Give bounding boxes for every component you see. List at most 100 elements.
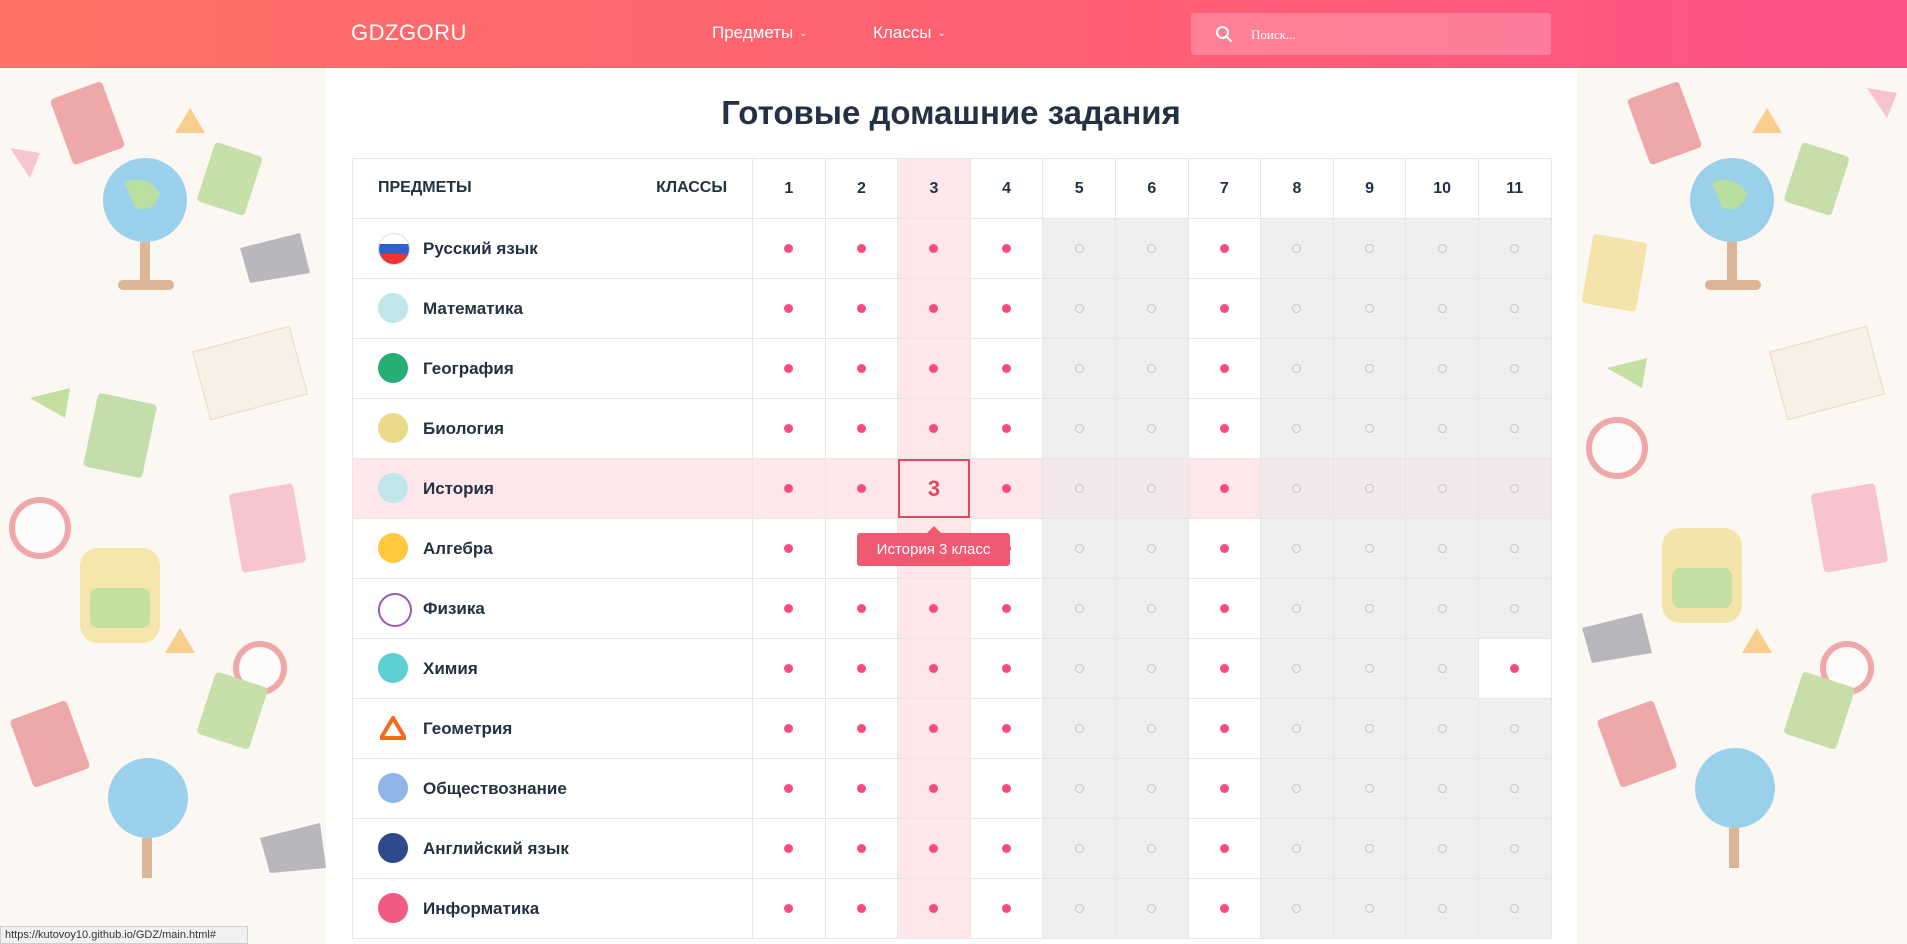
table-row[interactable]: Обществознание — [352, 758, 1552, 819]
nav-subjects-menu[interactable]: Предметы ⌄ — [712, 23, 808, 43]
grade-cell-available[interactable] — [969, 818, 1044, 879]
grade-cell-available[interactable]: 3 — [897, 458, 971, 519]
grade-header[interactable]: 2 — [824, 158, 899, 219]
grade-cell-available[interactable] — [824, 398, 899, 459]
site-logo[interactable]: GDZGORU — [351, 20, 467, 46]
subject-cell[interactable]: Химия — [352, 638, 753, 699]
grade-cell-available[interactable] — [824, 278, 899, 339]
subject-cell[interactable]: Английский язык — [352, 818, 753, 879]
grade-cell-available[interactable] — [824, 218, 899, 279]
grade-header[interactable]: 1 — [752, 158, 826, 219]
grade-cell-available[interactable] — [897, 218, 971, 279]
grade-cell-available[interactable] — [1187, 818, 1262, 879]
grade-cell-available[interactable] — [752, 578, 826, 639]
grade-header[interactable]: 11 — [1477, 158, 1552, 219]
table-row[interactable]: Информатика — [352, 878, 1552, 939]
grade-header[interactable]: 9 — [1332, 158, 1407, 219]
grade-cell-available[interactable] — [897, 278, 971, 339]
grade-cell-available[interactable] — [969, 638, 1044, 699]
table-row[interactable]: Геометрия — [352, 698, 1552, 759]
grade-cell-available[interactable] — [897, 638, 971, 699]
grade-cell-available[interactable] — [824, 638, 899, 699]
grade-header[interactable]: 6 — [1114, 158, 1189, 219]
table-row[interactable]: Русский язык — [352, 218, 1552, 279]
grade-cell-available[interactable] — [897, 698, 971, 759]
grade-cell-available[interactable] — [752, 458, 826, 519]
subject-cell[interactable]: Биология — [352, 398, 753, 459]
unavailable-circle-icon — [1147, 843, 1157, 853]
grade-cell-available[interactable] — [1187, 218, 1262, 279]
grade-cell-available[interactable] — [752, 278, 826, 339]
search-box[interactable] — [1191, 13, 1551, 55]
subject-cell[interactable]: Русский язык — [352, 218, 753, 279]
grade-header[interactable]: 10 — [1405, 158, 1479, 219]
grade-cell-available[interactable] — [969, 218, 1044, 279]
grade-header[interactable]: 7 — [1187, 158, 1262, 219]
grade-cell-available[interactable] — [897, 578, 971, 639]
grade-cell-available[interactable] — [969, 398, 1044, 459]
grade-cell-available[interactable] — [969, 698, 1044, 759]
grade-cell-available[interactable] — [1187, 698, 1262, 759]
grade-header[interactable]: 4 — [969, 158, 1044, 219]
grade-cell-available[interactable] — [824, 758, 899, 819]
grade-cell-available[interactable] — [752, 878, 826, 939]
grade-header[interactable]: 3 — [897, 158, 971, 219]
subject-cell[interactable]: География — [352, 338, 753, 399]
grade-header[interactable]: 8 — [1260, 158, 1334, 219]
search-input[interactable] — [1249, 22, 1533, 48]
subject-cell[interactable]: Информатика — [352, 878, 753, 939]
table-row[interactable]: Физика — [352, 578, 1552, 639]
table-row[interactable]: География — [352, 338, 1552, 399]
grade-cell-available[interactable] — [897, 398, 971, 459]
table-row[interactable]: Химия — [352, 638, 1552, 699]
grade-cell-available[interactable] — [1187, 578, 1262, 639]
grade-cell-available[interactable] — [897, 338, 971, 399]
grade-cell-available[interactable] — [1187, 758, 1262, 819]
table-row[interactable]: Английский язык — [352, 818, 1552, 879]
nav-classes-menu[interactable]: Классы ⌄ — [873, 23, 946, 43]
grade-cell-available[interactable] — [752, 818, 826, 879]
grade-cell-available[interactable] — [1187, 518, 1262, 579]
grade-cell-available[interactable] — [897, 878, 971, 939]
subject-cell[interactable]: Геометрия — [352, 698, 753, 759]
grade-cell-available[interactable] — [1187, 338, 1262, 399]
grade-cell-available[interactable] — [969, 578, 1044, 639]
grade-cell-available[interactable] — [1187, 458, 1262, 519]
grade-cell-available[interactable] — [969, 458, 1044, 519]
grade-cell-available[interactable] — [752, 518, 826, 579]
grade-cell-available[interactable] — [1187, 878, 1262, 939]
grade-cell-available[interactable] — [752, 758, 826, 819]
grade-cell-available[interactable] — [969, 758, 1044, 819]
grade-cell-available[interactable] — [752, 638, 826, 699]
table-row[interactable]: Математика — [352, 278, 1552, 339]
grade-cell-available[interactable] — [824, 818, 899, 879]
grade-cell-available[interactable] — [1477, 638, 1552, 699]
grade-cell-available[interactable] — [969, 338, 1044, 399]
grade-cell-available[interactable] — [897, 818, 971, 879]
grade-cell-available[interactable] — [824, 878, 899, 939]
subject-cell[interactable]: Математика — [352, 278, 753, 339]
grade-cell-available[interactable] — [824, 338, 899, 399]
subject-cell[interactable]: Физика — [352, 578, 753, 639]
active-grade-link[interactable]: 3 — [898, 459, 970, 518]
grade-header[interactable]: 5 — [1042, 158, 1116, 219]
grade-cell-available[interactable] — [1187, 398, 1262, 459]
grade-cell-available[interactable] — [824, 578, 899, 639]
grade-cell-available[interactable] — [969, 878, 1044, 939]
subject-cell[interactable]: История — [352, 458, 753, 519]
grade-cell-available[interactable] — [824, 698, 899, 759]
grade-cell-available[interactable] — [752, 698, 826, 759]
subject-cell[interactable]: Алгебра — [352, 518, 753, 579]
subject-cell[interactable]: Обществознание — [352, 758, 753, 819]
grade-cell-available[interactable] — [752, 338, 826, 399]
search-icon[interactable] — [1215, 25, 1233, 43]
grade-cell-available[interactable] — [1187, 278, 1262, 339]
table-row[interactable]: Биология — [352, 398, 1552, 459]
grade-cell-available[interactable] — [897, 758, 971, 819]
grade-cell-available[interactable] — [824, 458, 899, 519]
grade-cell-available[interactable] — [752, 218, 826, 279]
grade-cell-available[interactable] — [1187, 638, 1262, 699]
table-row[interactable]: История 3 — [352, 458, 1552, 519]
grade-cell-available[interactable] — [969, 278, 1044, 339]
grade-cell-available[interactable] — [752, 398, 826, 459]
